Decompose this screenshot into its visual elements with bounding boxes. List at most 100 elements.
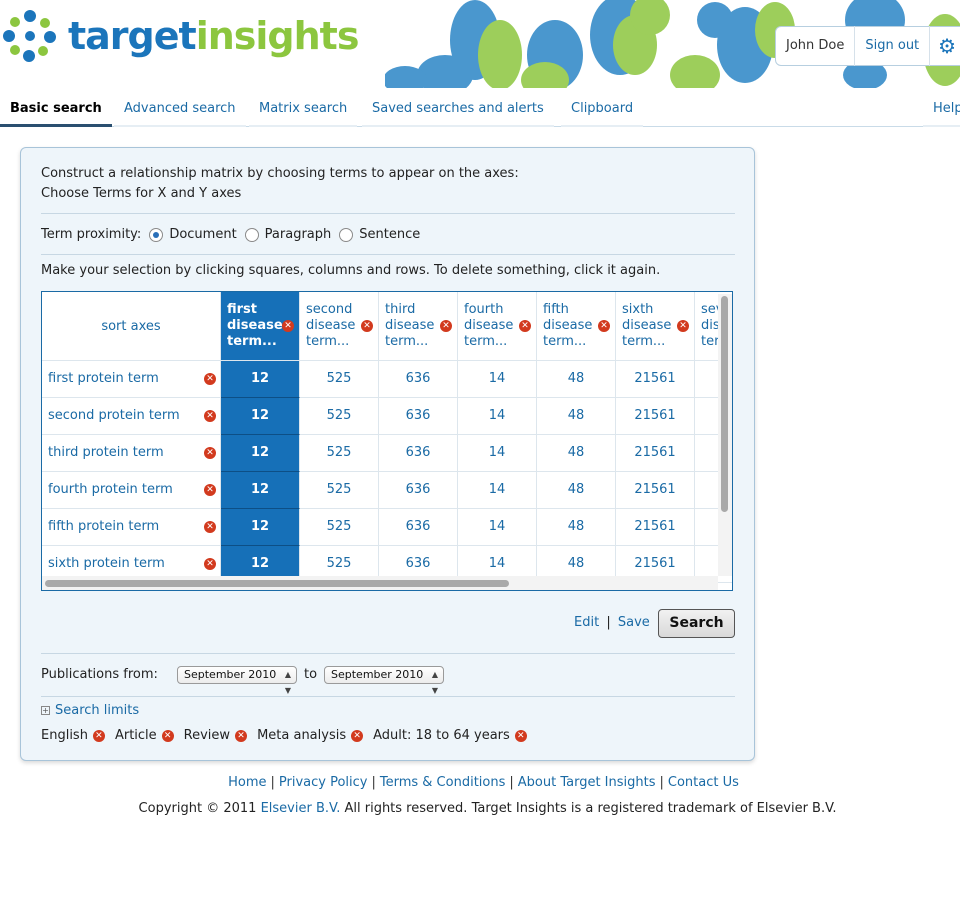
column-header-label: first <box>227 302 257 317</box>
column-header[interactable]: sixth disease term... ✕ <box>616 292 695 361</box>
column-header[interactable]: fourth disease term... ✕ <box>458 292 537 361</box>
sort-axes-button[interactable]: sort axes <box>42 292 221 361</box>
tab-basic-search[interactable]: Basic search <box>0 92 112 127</box>
matrix-cell[interactable]: 525 <box>300 509 379 546</box>
radio-paragraph-label[interactable]: Paragraph <box>265 227 332 242</box>
footer-link[interactable]: Home <box>228 775 266 790</box>
vertical-scroll-thumb[interactable] <box>721 296 728 512</box>
matrix-cell[interactable]: 21561 <box>616 361 695 398</box>
matrix-cell[interactable]: 14 <box>458 361 537 398</box>
remove-icon[interactable]: ✕ <box>519 320 531 332</box>
remove-icon[interactable]: ✕ <box>92 729 105 742</box>
search-limits-link[interactable]: Search limits <box>55 703 139 718</box>
matrix-cell[interactable]: 14 <box>458 398 537 435</box>
search-limit-label: Article <box>114 728 157 743</box>
choose-terms-link[interactable]: Choose Terms for X and Y axes <box>41 186 241 201</box>
matrix-cell[interactable]: 525 <box>300 398 379 435</box>
matrix-cell[interactable]: 21561 <box>616 509 695 546</box>
matrix-cell[interactable]: 48 <box>537 435 616 472</box>
radio-document[interactable] <box>149 227 164 242</box>
save-link[interactable]: Save <box>618 615 650 630</box>
matrix-cell[interactable]: 21561 <box>616 398 695 435</box>
horizontal-scrollbar[interactable] <box>42 576 718 590</box>
tab-advanced-search[interactable]: Advanced search <box>114 92 246 127</box>
separator: | <box>371 775 376 790</box>
row-header[interactable]: fourth protein term ✕ <box>42 472 221 509</box>
tab-saved-searches[interactable]: Saved searches and alerts <box>362 92 554 127</box>
expand-icon[interactable]: + <box>41 706 50 715</box>
tab-matrix-search[interactable]: Matrix search <box>249 92 358 127</box>
matrix-cell[interactable]: 636 <box>379 472 458 509</box>
matrix-cell[interactable]: 48 <box>537 509 616 546</box>
radio-document-label[interactable]: Document <box>169 227 236 242</box>
footer-link[interactable]: About Target Insights <box>518 775 656 790</box>
remove-icon[interactable]: ✕ <box>440 320 452 332</box>
footer-link[interactable]: Privacy Policy <box>279 775 368 790</box>
matrix-cell[interactable]: 525 <box>300 361 379 398</box>
matrix-cell[interactable]: 525 <box>300 472 379 509</box>
matrix-cell[interactable]: 525 <box>300 435 379 472</box>
matrix-cell[interactable]: 14 <box>458 472 537 509</box>
footer-link[interactable]: Terms & Conditions <box>380 775 506 790</box>
remove-icon[interactable]: ✕ <box>351 729 364 742</box>
matrix-cell-value: 48 <box>567 371 585 386</box>
search-limits-toggle[interactable]: + Search limits <box>41 703 139 718</box>
logo[interactable]: targetinsights <box>0 6 359 66</box>
remove-icon[interactable]: ✕ <box>282 320 294 332</box>
horizontal-scroll-thumb[interactable] <box>45 580 509 587</box>
radio-sentence-label[interactable]: Sentence <box>359 227 420 242</box>
publications-to-select[interactable]: September 2010 ▲ ▼ <box>324 666 444 695</box>
tab-help[interactable]: Help <box>923 92 960 127</box>
matrix-cell[interactable]: 12 <box>221 509 300 546</box>
remove-icon[interactable]: ✕ <box>204 558 216 570</box>
matrix-cell[interactable]: 12 <box>221 361 300 398</box>
row-header[interactable]: second protein term ✕ <box>42 398 221 435</box>
matrix-cell[interactable]: 636 <box>379 361 458 398</box>
matrix-cell-value: 525 <box>326 519 352 534</box>
matrix-cell[interactable]: 12 <box>221 398 300 435</box>
matrix-cell[interactable]: 14 <box>458 509 537 546</box>
remove-icon[interactable]: ✕ <box>235 729 248 742</box>
column-header[interactable]: first disease term... ✕ <box>221 292 300 361</box>
vertical-scrollbar[interactable] <box>718 294 732 576</box>
column-header-label: term... <box>543 334 587 349</box>
matrix-cell[interactable]: 636 <box>379 398 458 435</box>
elsevier-link[interactable]: Elsevier B.V. <box>261 801 341 816</box>
divider <box>41 213 735 214</box>
edit-link[interactable]: Edit <box>574 615 599 630</box>
matrix-cell[interactable]: 48 <box>537 472 616 509</box>
remove-icon[interactable]: ✕ <box>361 320 373 332</box>
row-header[interactable]: first protein term ✕ <box>42 361 221 398</box>
matrix-cell[interactable]: 21561 <box>616 472 695 509</box>
remove-icon[interactable]: ✕ <box>204 447 216 459</box>
remove-icon[interactable]: ✕ <box>204 373 216 385</box>
radio-sentence[interactable] <box>339 227 354 242</box>
matrix-cell[interactable]: 12 <box>221 435 300 472</box>
remove-icon[interactable]: ✕ <box>598 320 610 332</box>
column-header[interactable]: second disease term... ✕ <box>300 292 379 361</box>
matrix-cell[interactable]: 48 <box>537 398 616 435</box>
matrix-cell[interactable]: 12 <box>221 472 300 509</box>
gear-icon[interactable]: ⚙ <box>930 26 960 66</box>
publications-from-select[interactable]: September 2010 ▲ ▼ <box>177 666 297 695</box>
matrix-cell[interactable]: 48 <box>537 361 616 398</box>
column-header[interactable]: fifth disease term... ✕ <box>537 292 616 361</box>
matrix-cell[interactable]: 21561 <box>616 435 695 472</box>
remove-icon[interactable]: ✕ <box>204 410 216 422</box>
column-header[interactable]: third disease term... ✕ <box>379 292 458 361</box>
tab-clipboard[interactable]: Clipboard <box>561 92 644 127</box>
footer-link[interactable]: Contact Us <box>668 775 739 790</box>
remove-icon[interactable]: ✕ <box>161 729 174 742</box>
radio-paragraph[interactable] <box>244 227 259 242</box>
matrix-cell[interactable]: 636 <box>379 435 458 472</box>
sign-out-link[interactable]: Sign out <box>855 26 931 66</box>
remove-icon[interactable]: ✕ <box>204 484 216 496</box>
remove-icon[interactable]: ✕ <box>677 320 689 332</box>
row-header[interactable]: fifth protein term ✕ <box>42 509 221 546</box>
matrix-cell[interactable]: 636 <box>379 509 458 546</box>
matrix-cell[interactable]: 14 <box>458 435 537 472</box>
remove-icon[interactable]: ✕ <box>204 521 216 533</box>
search-button[interactable]: Search <box>658 609 735 638</box>
row-header[interactable]: third protein term ✕ <box>42 435 221 472</box>
remove-icon[interactable]: ✕ <box>514 729 527 742</box>
